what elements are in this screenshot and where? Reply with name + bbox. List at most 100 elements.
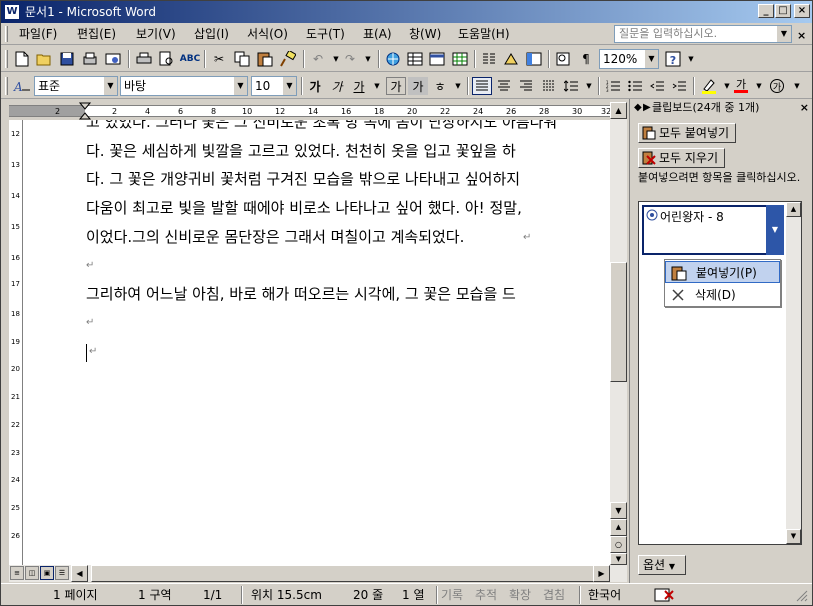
distributed-icon[interactable] — [539, 77, 559, 95]
document-canvas[interactable]: 고 있었다. 그러나 꽃은 그 신비로운 초록 방 속에 몸이 단장하지도 아름… — [23, 120, 610, 565]
save-icon[interactable] — [57, 50, 77, 68]
new-document-icon[interactable] — [12, 50, 32, 68]
status-record[interactable]: 기록 — [441, 587, 463, 603]
context-delete-item[interactable]: 삭제(D) — [665, 284, 780, 306]
spelling-status-icon[interactable] — [653, 587, 677, 603]
font-dropdown-icon[interactable]: ▼ — [234, 77, 247, 95]
spelling-icon[interactable]: ABC — [180, 50, 200, 68]
paragraph-mark-icon[interactable]: ¶ — [576, 50, 596, 68]
clear-all-button[interactable]: 모두 지우기 — [638, 148, 726, 168]
menu-format[interactable]: 서식(O) — [247, 27, 288, 41]
formatting-options-icon[interactable]: ▼ — [787, 77, 807, 95]
print-icon[interactable] — [134, 50, 154, 68]
scroll-left-icon[interactable]: ◀ — [71, 565, 88, 582]
undo-icon[interactable]: ↶ — [308, 50, 328, 68]
back-arrow-icon[interactable]: ◆ — [634, 99, 642, 117]
document-close-icon[interactable]: × — [797, 29, 806, 42]
line-spacing-dropdown-icon[interactable]: ▼ — [579, 77, 599, 95]
menu-view[interactable]: 보기(V) — [136, 27, 176, 41]
highlight-icon[interactable] — [699, 77, 719, 95]
scroll-right-icon[interactable]: ▶ — [593, 565, 610, 582]
minimize-button[interactable]: _ — [758, 4, 774, 18]
increase-indent-icon[interactable] — [669, 77, 689, 95]
columns-icon[interactable] — [479, 50, 499, 68]
web-view-icon[interactable]: ◫ — [25, 566, 39, 580]
menu-window[interactable]: 창(W) — [409, 27, 441, 41]
clipboard-items-list[interactable]: 어린왕자 - 8 ▼ ▲ ▼ — [638, 201, 802, 545]
horizontal-scroll-thumb[interactable] — [91, 565, 595, 582]
tables-borders-icon[interactable] — [405, 50, 425, 68]
redo-icon[interactable]: ↷ — [340, 50, 360, 68]
resize-grip-icon[interactable] — [796, 590, 808, 602]
show-hide-icon[interactable] — [553, 50, 573, 68]
menu-edit[interactable]: 편집(E) — [77, 27, 116, 41]
copy-icon[interactable] — [232, 50, 252, 68]
paste-all-button[interactable]: 모두 붙여넣기 — [638, 123, 737, 143]
print-preview-icon[interactable] — [157, 50, 177, 68]
next-page-icon[interactable]: ▼ — [610, 553, 627, 565]
menu-file[interactable]: 파일(F) — [19, 27, 57, 41]
font-color-dropdown-icon[interactable]: ▼ — [749, 77, 769, 95]
drawing-icon[interactable] — [501, 50, 521, 68]
horizontal-ruler[interactable]: 2 2 4 6 8 10 12 14 16 18 20 22 24 26 28 … — [9, 102, 627, 120]
indent-marker-icon[interactable] — [79, 102, 91, 120]
clipboard-item-dropdown-icon[interactable]: ▼ — [766, 205, 784, 255]
normal-view-icon[interactable]: ≡ — [10, 566, 24, 580]
line-spacing-icon[interactable] — [561, 77, 581, 95]
align-center-icon[interactable] — [494, 77, 514, 95]
styles-formatting-icon[interactable]: A — [12, 77, 32, 95]
font-size-combo[interactable]: 10 ▼ — [251, 76, 297, 96]
insert-excel-icon[interactable] — [450, 50, 470, 68]
menu-help[interactable]: 도움말(H) — [458, 27, 510, 41]
font-color-icon[interactable]: 가 — [731, 77, 751, 95]
phonetic-dropdown-icon[interactable]: ▼ — [448, 77, 468, 95]
scroll-up-icon[interactable]: ▲ — [610, 102, 627, 119]
zoom-combo[interactable]: 120% ▼ — [599, 49, 659, 69]
print-view-icon[interactable]: ▣ — [40, 566, 54, 580]
toolbar-grip[interactable] — [5, 50, 8, 68]
status-language[interactable]: 한국어 — [588, 587, 621, 603]
justify-icon[interactable] — [472, 77, 492, 95]
clip-scroll-down-icon[interactable]: ▼ — [786, 529, 801, 544]
style-combo[interactable]: 표준 ▼ — [34, 76, 118, 96]
bullets-icon[interactable] — [625, 77, 645, 95]
permission-icon[interactable] — [80, 50, 100, 68]
font-combo[interactable]: 바탕 ▼ — [120, 76, 248, 96]
help-dropdown-icon[interactable]: ▼ — [777, 26, 791, 42]
bold-icon[interactable]: 가 — [305, 77, 325, 95]
menubar-grip[interactable] — [5, 26, 8, 42]
toolbar-grip[interactable] — [5, 77, 8, 95]
maximize-button[interactable]: □ — [775, 4, 791, 18]
char-shading-icon[interactable]: 가 — [408, 77, 428, 95]
close-button[interactable]: × — [794, 4, 810, 18]
char-border-icon[interactable]: 가 — [386, 77, 406, 95]
format-painter-icon[interactable] — [278, 50, 298, 68]
font-size-dropdown-icon[interactable]: ▼ — [283, 77, 296, 95]
forward-arrow-icon[interactable]: ▶ — [643, 99, 651, 117]
horizontal-scrollbar[interactable]: ≡ ◫ ▣ ☰ ◀ ▶ — [9, 565, 627, 582]
email-icon[interactable] — [103, 50, 123, 68]
paste-icon[interactable] — [255, 50, 275, 68]
status-extend[interactable]: 확장 — [509, 587, 531, 603]
help-question-input[interactable]: 질문을 입력하십시오. ▼ — [614, 25, 792, 43]
open-folder-icon[interactable] — [34, 50, 54, 68]
clipboard-scrollbar[interactable]: ▲ ▼ — [786, 202, 801, 544]
zoom-dropdown-icon[interactable]: ▼ — [645, 50, 658, 68]
redo-dropdown-icon[interactable]: ▼ — [358, 50, 378, 68]
task-pane-close-icon[interactable]: × — [800, 99, 809, 117]
italic-icon[interactable]: 가 — [327, 77, 347, 95]
align-right-icon[interactable] — [516, 77, 536, 95]
underline-icon[interactable]: 가 — [349, 77, 369, 95]
prev-page-icon[interactable]: ▲ — [610, 519, 627, 536]
help-icon[interactable]: ? — [663, 50, 683, 68]
phonetic-guide-icon[interactable]: ㅎ — [430, 77, 450, 95]
vertical-scrollbar[interactable]: ▲ ▼ ▲ ○ ▼ — [610, 102, 627, 565]
style-dropdown-icon[interactable]: ▼ — [104, 77, 117, 95]
hyperlink-icon[interactable] — [383, 50, 403, 68]
numbering-icon[interactable]: 123 — [603, 77, 623, 95]
vertical-scroll-thumb[interactable] — [610, 262, 627, 382]
outline-view-icon[interactable]: ☰ — [55, 566, 69, 580]
document-map-icon[interactable] — [524, 50, 544, 68]
status-track[interactable]: 추적 — [475, 587, 497, 603]
cut-icon[interactable]: ✂ — [209, 50, 229, 68]
